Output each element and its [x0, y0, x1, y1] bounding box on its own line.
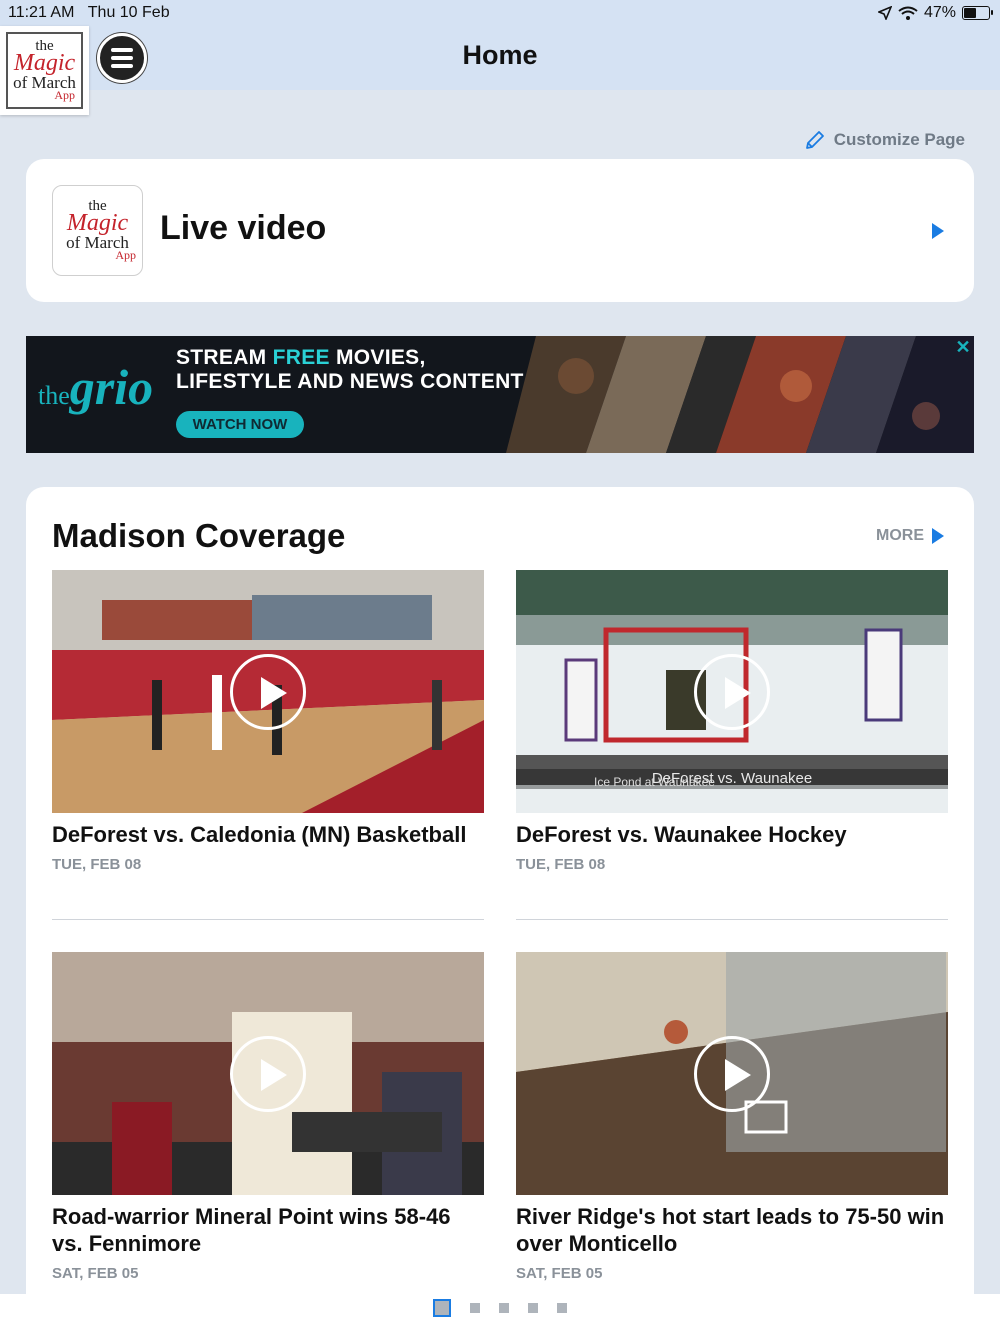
video-tile[interactable]: DeForest vs. Caledonia (MN) Basketball T… [52, 570, 484, 873]
chevron-right-icon [932, 223, 944, 239]
menu-button[interactable] [97, 33, 147, 83]
more-button[interactable]: MORE [876, 527, 944, 545]
battery-icon [962, 6, 993, 20]
video-date: SAT, FEB 05 [516, 1265, 603, 1282]
video-thumbnail[interactable] [516, 952, 948, 1195]
video-title[interactable]: Road-warrior Mineral Point wins 58-46 vs… [52, 1203, 484, 1257]
location-icon [877, 6, 892, 20]
play-icon[interactable] [694, 1035, 770, 1112]
play-icon[interactable] [694, 653, 770, 730]
video-date: TUE, FEB 08 [52, 856, 142, 873]
video-title[interactable]: DeForest vs. Waunakee Hockey [516, 821, 948, 848]
section-title: Madison Coverage [52, 517, 346, 554]
video-subcaption: Ice Pond at Waunakee [594, 775, 715, 789]
logo-app: App [54, 88, 75, 103]
app-logo-mark: the Magic of March App [6, 32, 83, 109]
menu-icon-bar [111, 64, 133, 68]
more-label: MORE [876, 527, 924, 544]
ad-banner[interactable]: thegrio STREAM FREE MOVIES, LIFESTYLE AN… [26, 336, 974, 453]
status-icons: 47% [877, 4, 993, 22]
video-title[interactable]: River Ridge's hot start leads to 75-50 w… [516, 1203, 948, 1257]
ad-text: MOVIES, [329, 346, 426, 369]
page-title: Home [462, 40, 538, 70]
video-tile[interactable]: Road-warrior Mineral Point wins 58-46 vs… [52, 952, 484, 1282]
ad-brand-big: grio [69, 359, 154, 415]
madison-coverage-card: Madison Coverage MORE DeForest vs. Caled… [26, 487, 974, 1334]
ad-watch-now-button[interactable]: WATCH NOW [176, 411, 304, 438]
live-video-card[interactable]: the Magic of March App Live video [26, 159, 974, 302]
play-icon[interactable] [230, 653, 306, 730]
ad-headline-2: LIFESTYLE AND NEWS CONTENT [176, 370, 524, 393]
ad-brand-small: the [38, 381, 70, 410]
page-dot[interactable] [528, 1303, 538, 1313]
live-video-logo: the Magic of March App [52, 185, 143, 276]
page-indicator[interactable] [0, 1299, 1000, 1317]
logo-app: App [115, 248, 136, 263]
divider [516, 919, 948, 920]
ad-brand-logo: thegrio [38, 358, 153, 416]
video-tile[interactable]: River Ridge's hot start leads to 75-50 w… [516, 952, 948, 1282]
page-dot[interactable] [470, 1303, 480, 1313]
logo-magic: Magic [66, 210, 129, 237]
status-time: 11:21 AM Thu 10 Feb [8, 4, 170, 22]
video-thumbnail[interactable]: DeForest vs. Waunakee Ice Pond at Waunak… [516, 570, 948, 813]
live-video-title: Live video [160, 209, 327, 247]
video-date: TUE, FEB 08 [516, 856, 606, 873]
page-dot[interactable] [499, 1303, 509, 1313]
menu-icon-bar [111, 56, 133, 60]
status-date-text: Thu 10 Feb [87, 4, 170, 21]
ad-collage-image [506, 336, 974, 453]
video-title[interactable]: DeForest vs. Caledonia (MN) Basketball [52, 821, 484, 848]
video-tile[interactable]: DeForest vs. Waunakee Ice Pond at Waunak… [516, 570, 948, 873]
status-time-text: 11:21 AM [8, 4, 75, 21]
ad-text-free: FREE [272, 346, 330, 369]
ad-text: STREAM [176, 346, 273, 369]
close-icon[interactable]: ✕ [954, 338, 972, 356]
pencil-icon [805, 131, 824, 149]
top-bar: 11:21 AM Thu 10 Feb 47% Home [0, 0, 1000, 90]
video-date: SAT, FEB 05 [52, 1265, 139, 1282]
menu-icon-bar [111, 48, 133, 52]
customize-page-button[interactable]: Customize Page [804, 129, 965, 151]
divider [52, 919, 484, 920]
wifi-icon [898, 6, 918, 20]
logo-magic: Magic [13, 50, 76, 77]
video-thumbnail[interactable] [52, 570, 484, 813]
app-logo[interactable]: the Magic of March App [0, 26, 89, 115]
chevron-right-icon [932, 528, 944, 544]
play-icon[interactable] [230, 1035, 306, 1112]
customize-label: Customize Page [833, 130, 965, 149]
page-dot[interactable] [557, 1303, 567, 1313]
battery-percent: 47% [923, 4, 956, 21]
video-caption: DeForest vs. Waunakee [516, 769, 948, 789]
ad-headline-1: STREAM FREE MOVIES, [176, 346, 426, 370]
video-thumbnail[interactable] [52, 952, 484, 1195]
page-dot[interactable] [433, 1299, 451, 1317]
